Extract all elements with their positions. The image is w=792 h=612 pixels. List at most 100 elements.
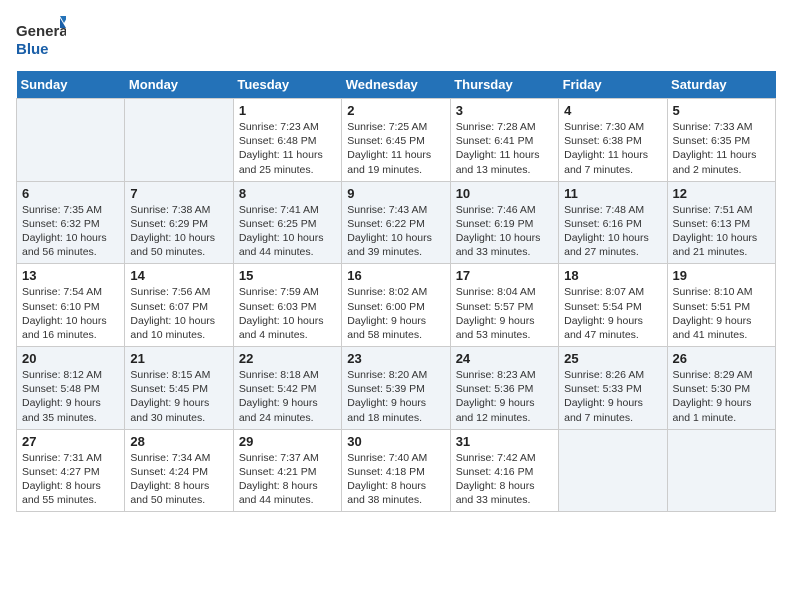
calendar-cell: 12 Sunrise: 7:51 AMSunset: 6:13 PMDayligh… — [667, 181, 775, 264]
header-monday: Monday — [125, 71, 233, 99]
page-header: General Blue — [16, 16, 776, 61]
day-number: 14 — [130, 268, 227, 283]
day-number: 31 — [456, 434, 553, 449]
day-info: Sunrise: 7:59 AMSunset: 6:03 PMDaylight:… — [239, 285, 336, 342]
calendar-body: 1 Sunrise: 7:23 AMSunset: 6:48 PMDaylight… — [17, 99, 776, 512]
calendar-cell: 21Sunrise: 8:15 AMSunset: 5:45 PMDayligh… — [125, 347, 233, 430]
calendar-cell: 9Sunrise: 7:43 AMSunset: 6:22 PMDaylight… — [342, 181, 450, 264]
calendar-cell: 1 Sunrise: 7:23 AMSunset: 6:48 PMDaylight… — [233, 99, 341, 182]
calendar-cell: 13 Sunrise: 7:54 AMSunset: 6:10 PMDayligh… — [17, 264, 125, 347]
day-info: Sunrise: 7:35 AMSunset: 6:32 PMDaylight:… — [22, 203, 119, 260]
calendar-cell: 24 Sunrise: 8:23 AMSunset: 5:36 PMDayligh… — [450, 347, 558, 430]
day-info: Sunrise: 8:23 AMSunset: 5:36 PMDaylight:… — [456, 368, 553, 425]
day-number: 29 — [239, 434, 336, 449]
calendar-cell: 15 Sunrise: 7:59 AMSunset: 6:03 PMDayligh… — [233, 264, 341, 347]
logo: General Blue — [16, 16, 66, 61]
calendar-cell — [125, 99, 233, 182]
day-number: 10 — [456, 186, 553, 201]
svg-text:Blue: Blue — [16, 41, 49, 58]
calendar-cell — [667, 429, 775, 512]
header-thursday: Thursday — [450, 71, 558, 99]
calendar-cell: 14 Sunrise: 7:56 AMSunset: 6:07 PMDayligh… — [125, 264, 233, 347]
day-number: 17 — [456, 268, 553, 283]
calendar-cell: 29 Sunrise: 7:37 AMSunset: 4:21 PMDayligh… — [233, 429, 341, 512]
day-info: Sunrise: 7:31 AMSunset: 4:27 PMDaylight:… — [22, 451, 119, 508]
day-number: 5 — [673, 103, 770, 118]
day-info: Sunrise: 7:48 AMSunset: 6:16 PMDaylight:… — [564, 203, 661, 260]
day-info: Sunrise: 7:41 AMSunset: 6:25 PMDaylight:… — [239, 203, 336, 260]
day-number: 16 — [347, 268, 444, 283]
day-info: Sunrise: 8:12 AMSunset: 5:48 PMDaylight:… — [22, 368, 119, 425]
calendar-cell: 5 Sunrise: 7:33 AMSunset: 6:35 PMDaylight… — [667, 99, 775, 182]
day-number: 7 — [130, 186, 227, 201]
calendar-cell: 16 Sunrise: 8:02 AMSunset: 6:00 PMDayligh… — [342, 264, 450, 347]
calendar-cell: 19 Sunrise: 8:10 AMSunset: 5:51 PMDayligh… — [667, 264, 775, 347]
calendar-header: SundayMondayTuesdayWednesdayThursdayFrid… — [17, 71, 776, 99]
calendar-cell: 26 Sunrise: 8:29 AMSunset: 5:30 PMDayligh… — [667, 347, 775, 430]
calendar-cell: 20 Sunrise: 8:12 AMSunset: 5:48 PMDayligh… — [17, 347, 125, 430]
day-info: Sunrise: 7:34 AMSunset: 4:24 PMDaylight:… — [130, 451, 227, 508]
day-number: 9 — [347, 186, 444, 201]
day-info: Sunrise: 7:38 AMSunset: 6:29 PMDaylight:… — [130, 203, 227, 260]
day-info: Sunrise: 8:10 AMSunset: 5:51 PMDaylight:… — [673, 285, 770, 342]
day-number: 20 — [22, 351, 119, 366]
calendar-cell: 17 Sunrise: 8:04 AMSunset: 5:57 PMDayligh… — [450, 264, 558, 347]
calendar-cell: 25 Sunrise: 8:26 AMSunset: 5:33 PMDayligh… — [559, 347, 667, 430]
calendar-cell: 8 Sunrise: 7:41 AMSunset: 6:25 PMDaylight… — [233, 181, 341, 264]
header-wednesday: Wednesday — [342, 71, 450, 99]
header-saturday: Saturday — [667, 71, 775, 99]
calendar-week-2: 13 Sunrise: 7:54 AMSunset: 6:10 PMDayligh… — [17, 264, 776, 347]
day-number: 24 — [456, 351, 553, 366]
calendar-week-0: 1 Sunrise: 7:23 AMSunset: 6:48 PMDaylight… — [17, 99, 776, 182]
calendar-cell: 10Sunrise: 7:46 AMSunset: 6:19 PMDayligh… — [450, 181, 558, 264]
day-info: Sunrise: 8:02 AMSunset: 6:00 PMDaylight:… — [347, 285, 444, 342]
day-info: Sunrise: 7:25 AMSunset: 6:45 PMDaylight:… — [347, 120, 444, 177]
calendar-cell: 23 Sunrise: 8:20 AMSunset: 5:39 PMDayligh… — [342, 347, 450, 430]
calendar-cell — [17, 99, 125, 182]
logo-svg: General Blue — [16, 16, 66, 61]
day-number: 2 — [347, 103, 444, 118]
calendar-cell: 4Sunrise: 7:30 AMSunset: 6:38 PMDaylight… — [559, 99, 667, 182]
calendar-week-1: 6 Sunrise: 7:35 AMSunset: 6:32 PMDaylight… — [17, 181, 776, 264]
day-number: 1 — [239, 103, 336, 118]
day-number: 15 — [239, 268, 336, 283]
day-number: 25 — [564, 351, 661, 366]
calendar-cell: 2 Sunrise: 7:25 AMSunset: 6:45 PMDaylight… — [342, 99, 450, 182]
day-number: 8 — [239, 186, 336, 201]
day-number: 12 — [673, 186, 770, 201]
calendar-cell: 31Sunrise: 7:42 AMSunset: 4:16 PMDayligh… — [450, 429, 558, 512]
day-number: 22 — [239, 351, 336, 366]
calendar-cell: 27 Sunrise: 7:31 AMSunset: 4:27 PMDayligh… — [17, 429, 125, 512]
calendar-cell: 30Sunrise: 7:40 AMSunset: 4:18 PMDayligh… — [342, 429, 450, 512]
day-info: Sunrise: 8:15 AMSunset: 5:45 PMDaylight:… — [130, 368, 227, 425]
calendar-cell: 7 Sunrise: 7:38 AMSunset: 6:29 PMDaylight… — [125, 181, 233, 264]
calendar-cell: 6 Sunrise: 7:35 AMSunset: 6:32 PMDaylight… — [17, 181, 125, 264]
day-number: 3 — [456, 103, 553, 118]
day-info: Sunrise: 7:51 AMSunset: 6:13 PMDaylight:… — [673, 203, 770, 260]
calendar-cell: 18 Sunrise: 8:07 AMSunset: 5:54 PMDayligh… — [559, 264, 667, 347]
day-number: 18 — [564, 268, 661, 283]
calendar-cell: 28 Sunrise: 7:34 AMSunset: 4:24 PMDayligh… — [125, 429, 233, 512]
day-info: Sunrise: 7:54 AMSunset: 6:10 PMDaylight:… — [22, 285, 119, 342]
day-number: 28 — [130, 434, 227, 449]
day-info: Sunrise: 8:04 AMSunset: 5:57 PMDaylight:… — [456, 285, 553, 342]
day-number: 19 — [673, 268, 770, 283]
day-number: 27 — [22, 434, 119, 449]
day-number: 6 — [22, 186, 119, 201]
day-number: 26 — [673, 351, 770, 366]
calendar-cell: 11Sunrise: 7:48 AMSunset: 6:16 PMDayligh… — [559, 181, 667, 264]
calendar-cell: 3 Sunrise: 7:28 AMSunset: 6:41 PMDaylight… — [450, 99, 558, 182]
day-number: 13 — [22, 268, 119, 283]
day-number: 23 — [347, 351, 444, 366]
day-info: Sunrise: 8:26 AMSunset: 5:33 PMDaylight:… — [564, 368, 661, 425]
day-info: Sunrise: 8:07 AMSunset: 5:54 PMDaylight:… — [564, 285, 661, 342]
day-number: 30 — [347, 434, 444, 449]
day-info: Sunrise: 7:23 AMSunset: 6:48 PMDaylight:… — [239, 120, 336, 177]
day-info: Sunrise: 8:29 AMSunset: 5:30 PMDaylight:… — [673, 368, 770, 425]
day-info: Sunrise: 7:56 AMSunset: 6:07 PMDaylight:… — [130, 285, 227, 342]
day-number: 4 — [564, 103, 661, 118]
day-info: Sunrise: 7:33 AMSunset: 6:35 PMDaylight:… — [673, 120, 770, 177]
day-info: Sunrise: 8:20 AMSunset: 5:39 PMDaylight:… — [347, 368, 444, 425]
day-info: Sunrise: 7:37 AMSunset: 4:21 PMDaylight:… — [239, 451, 336, 508]
day-info: Sunrise: 7:28 AMSunset: 6:41 PMDaylight:… — [456, 120, 553, 177]
